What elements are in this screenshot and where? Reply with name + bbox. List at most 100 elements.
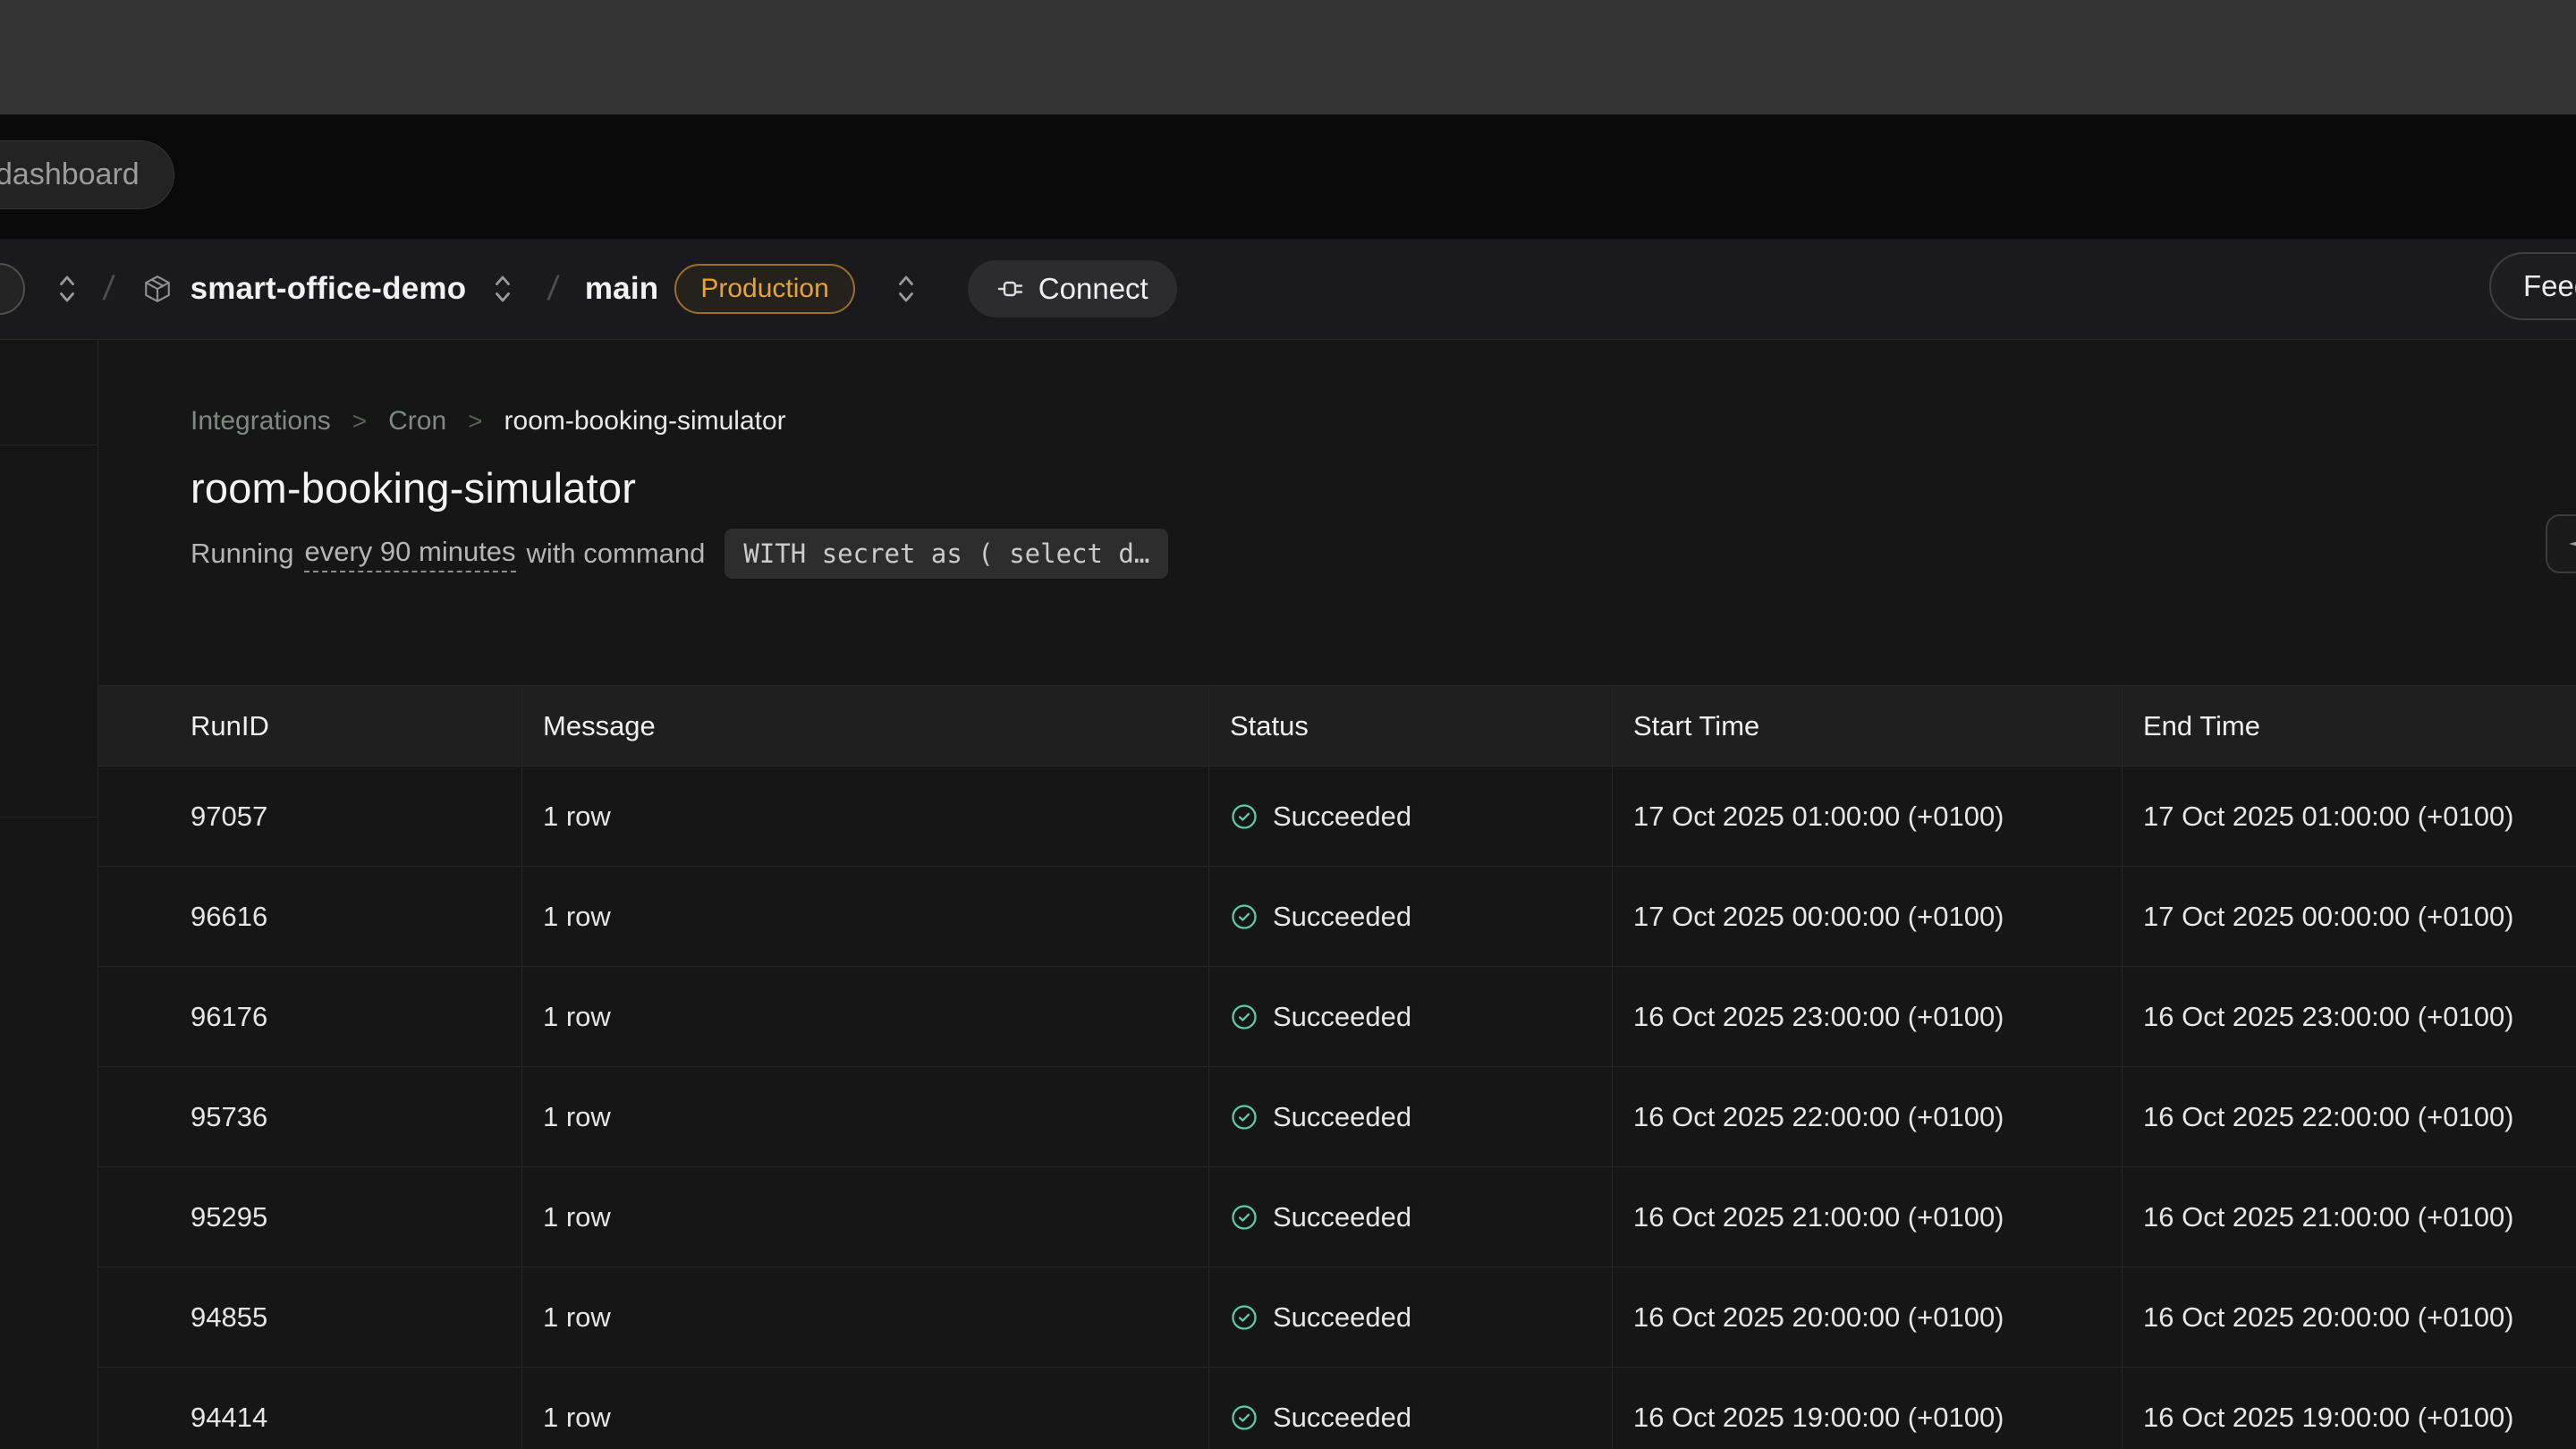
workspace-name[interactable]: smart-office-demo — [191, 271, 467, 307]
branch-name[interactable]: main — [585, 271, 659, 307]
status-badge: Succeeded — [1273, 1301, 1411, 1334]
run-id-cell: 95295 — [98, 1167, 521, 1267]
column-header-runid: RunID — [98, 686, 521, 766]
table-row[interactable]: 96616 1 row Succeeded 17 Oct 2025 00:00:… — [98, 867, 2576, 967]
check-circle-icon — [1230, 1403, 1258, 1432]
breadcrumb-item-integrations[interactable]: Integrations — [191, 406, 331, 436]
workspace-toolbar: / smart-office-demo / main Production Co… — [0, 239, 2576, 340]
status-cell: Succeeded — [1208, 1368, 1612, 1449]
breadcrumb: Integrations > Cron > room-booking-simul… — [191, 406, 2576, 436]
start-time-cell: 16 Oct 2025 21:00:00 (+0100) — [1612, 1167, 2122, 1267]
subtitle-middle: with command — [527, 538, 706, 570]
column-header-message: Message — [521, 686, 1208, 766]
status-badge: Succeeded — [1273, 1201, 1411, 1233]
run-id-cell: 97057 — [98, 767, 521, 866]
page-title: room-booking-simulator — [191, 463, 2576, 513]
check-circle-icon — [1230, 802, 1258, 831]
schedule-subtitle: Running every 90 minutes with command WI… — [191, 529, 2576, 579]
window-titlebar — [0, 0, 2576, 114]
column-header-end-time: End Time — [2122, 686, 2576, 766]
feedback-label: Feedback — [2523, 269, 2576, 303]
browser-tab-dashboard[interactable]: dashboard — [0, 140, 174, 209]
connect-label: Connect — [1038, 272, 1148, 306]
message-cell: 1 row — [521, 767, 1208, 866]
check-circle-icon — [1230, 1203, 1258, 1232]
table-body: 97057 1 row Succeeded 17 Oct 2025 01:00:… — [98, 767, 2576, 1449]
table-row[interactable]: 97057 1 row Succeeded 17 Oct 2025 01:00:… — [98, 767, 2576, 867]
check-circle-icon — [1230, 1103, 1258, 1131]
breadcrumb-separator: > — [352, 407, 367, 436]
status-badge: Succeeded — [1273, 801, 1411, 833]
status-cell: Succeeded — [1208, 767, 1612, 866]
avatar[interactable] — [0, 263, 25, 315]
end-time-cell: 16 Oct 2025 21:00:00 (+0100) — [2122, 1167, 2576, 1267]
status-badge: Succeeded — [1273, 1101, 1411, 1133]
end-time-cell: 17 Oct 2025 00:00:00 (+0100) — [2122, 867, 2576, 966]
start-time-cell: 16 Oct 2025 23:00:00 (+0100) — [1612, 967, 2122, 1066]
breadcrumb-separator: > — [468, 407, 482, 436]
breadcrumb-slash: / — [546, 270, 561, 309]
sidebar-divider — [0, 817, 97, 818]
collapsed-sidebar[interactable] — [0, 340, 98, 1449]
status-badge: Succeeded — [1273, 1402, 1411, 1434]
connect-button[interactable]: Connect — [968, 260, 1177, 318]
run-id-cell: 95736 — [98, 1067, 521, 1166]
breadcrumb-item-current: room-booking-simulator — [504, 406, 786, 436]
subtitle-prefix: Running — [191, 538, 293, 570]
environment-badge: Production — [674, 264, 854, 314]
tab-label: dashboard — [0, 157, 140, 192]
table-row[interactable]: 94414 1 row Succeeded 16 Oct 2025 19:00:… — [98, 1368, 2576, 1449]
start-time-cell: 16 Oct 2025 19:00:00 (+0100) — [1612, 1368, 2122, 1449]
status-cell: Succeeded — [1208, 967, 1612, 1066]
message-cell: 1 row — [521, 967, 1208, 1066]
message-cell: 1 row — [521, 1267, 1208, 1367]
status-cell: Succeeded — [1208, 1167, 1612, 1267]
end-time-cell: 16 Oct 2025 19:00:00 (+0100) — [2122, 1368, 2576, 1449]
check-circle-icon — [1230, 1003, 1258, 1031]
check-circle-icon — [1230, 902, 1258, 931]
workspace-package-icon — [142, 274, 173, 304]
status-cell: Succeeded — [1208, 867, 1612, 966]
runs-table: RunID Message Status Start Time End Time… — [98, 685, 2576, 1449]
table-row[interactable]: 95295 1 row Succeeded 16 Oct 2025 21:00:… — [98, 1167, 2576, 1267]
message-cell: 1 row — [521, 867, 1208, 966]
end-time-cell: 16 Oct 2025 20:00:00 (+0100) — [2122, 1267, 2576, 1367]
end-time-cell: 16 Oct 2025 22:00:00 (+0100) — [2122, 1067, 2576, 1166]
table-header-row: RunID Message Status Start Time End Time — [98, 685, 2576, 767]
page-body: Integrations > Cron > room-booking-simul… — [0, 340, 2576, 1449]
run-id-cell: 96616 — [98, 867, 521, 966]
message-cell: 1 row — [521, 1167, 1208, 1267]
column-header-status: Status — [1208, 686, 1612, 766]
branch-selector-chevrons-icon[interactable] — [894, 271, 918, 307]
run-id-cell: 94855 — [98, 1267, 521, 1367]
run-id-cell: 94414 — [98, 1368, 521, 1449]
table-row[interactable]: 96176 1 row Succeeded 16 Oct 2025 23:00:… — [98, 967, 2576, 1067]
plug-icon — [996, 275, 1025, 303]
message-cell: 1 row — [521, 1067, 1208, 1166]
table-row[interactable]: 94855 1 row Succeeded 16 Oct 2025 20:00:… — [98, 1267, 2576, 1368]
status-badge: Succeeded — [1273, 901, 1411, 933]
message-cell: 1 row — [521, 1368, 1208, 1449]
command-snippet-chip[interactable]: WITH secret as ( select d… — [724, 529, 1168, 579]
start-time-cell: 16 Oct 2025 22:00:00 (+0100) — [1612, 1067, 2122, 1166]
org-selector-chevrons-icon[interactable] — [55, 271, 79, 307]
browser-tabstrip: dashboard — [0, 114, 2576, 239]
check-circle-icon — [1230, 1303, 1258, 1332]
status-cell: Succeeded — [1208, 1067, 1612, 1166]
status-badge: Succeeded — [1273, 1001, 1411, 1033]
start-time-cell: 16 Oct 2025 20:00:00 (+0100) — [1612, 1267, 2122, 1367]
ai-assistant-button[interactable] — [2546, 514, 2576, 573]
run-id-cell: 96176 — [98, 967, 521, 1066]
schedule-text[interactable]: every 90 minutes — [304, 536, 515, 572]
start-time-cell: 17 Oct 2025 00:00:00 (+0100) — [1612, 867, 2122, 966]
workspace-selector-chevrons-icon[interactable] — [491, 271, 514, 307]
feedback-button[interactable]: Feedback — [2489, 252, 2576, 320]
start-time-cell: 17 Oct 2025 01:00:00 (+0100) — [1612, 767, 2122, 866]
end-time-cell: 17 Oct 2025 01:00:00 (+0100) — [2122, 767, 2576, 866]
sparkle-icon — [2567, 532, 2576, 555]
column-header-start-time: Start Time — [1612, 686, 2122, 766]
breadcrumb-item-cron[interactable]: Cron — [388, 406, 446, 436]
end-time-cell: 16 Oct 2025 23:00:00 (+0100) — [2122, 967, 2576, 1066]
table-row[interactable]: 95736 1 row Succeeded 16 Oct 2025 22:00:… — [98, 1067, 2576, 1167]
breadcrumb-slash: / — [101, 270, 116, 309]
